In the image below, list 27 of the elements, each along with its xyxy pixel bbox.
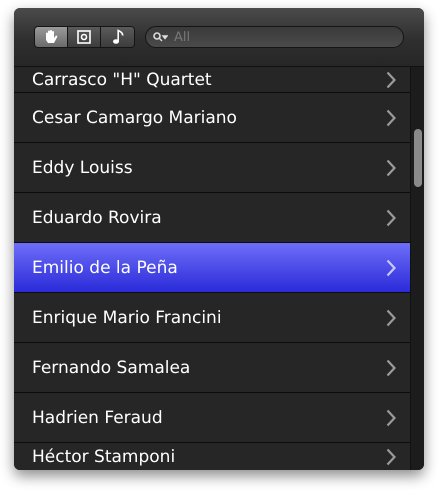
list-row[interactable]: Fernando Samalea [14, 343, 410, 393]
chevron-icon [386, 108, 396, 126]
chevron-icon [386, 308, 396, 326]
list-row[interactable]: Eduardo Rovira [14, 193, 410, 243]
chevron-icon [386, 358, 396, 376]
chevron-icon [386, 258, 396, 276]
list-row[interactable]: Enrique Mario Francini [14, 293, 410, 343]
list-row[interactable]: Carrasco "H" Quartet [14, 67, 410, 93]
list-row[interactable]: Hadrien Feraud [14, 393, 410, 443]
list-row[interactable]: Emilio de la Peña [14, 243, 410, 293]
list-row[interactable]: Eddy Louiss [14, 143, 410, 193]
chevron-icon [386, 208, 396, 226]
mode-button[interactable] [35, 27, 68, 47]
music-note-icon [110, 29, 124, 45]
mode-button[interactable] [68, 27, 101, 47]
scrollbar[interactable] [410, 67, 424, 470]
scroll-thumb[interactable] [414, 129, 422, 187]
list-row[interactable]: Cesar Camargo Mariano [14, 93, 410, 143]
search-field[interactable]: All [145, 26, 404, 48]
mode-button[interactable] [101, 27, 134, 47]
chevron-icon [386, 70, 396, 88]
list-row[interactable]: Héctor Stamponi [14, 443, 410, 470]
hand-icon [43, 29, 59, 45]
square-target-icon [77, 30, 91, 44]
chevron-icon [386, 408, 396, 426]
chevron-icon [386, 448, 396, 466]
chevron-icon [386, 158, 396, 176]
